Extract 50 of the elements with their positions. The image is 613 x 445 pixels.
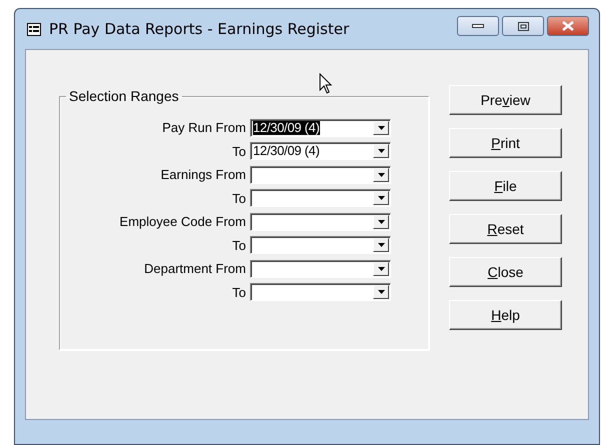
dropdown-button[interactable] bbox=[373, 262, 389, 276]
form-icon bbox=[27, 22, 41, 36]
action-button[interactable]: Help bbox=[449, 300, 562, 330]
combo-box[interactable]: 12/30/09 (4) bbox=[250, 142, 391, 160]
caret-icon bbox=[378, 196, 384, 200]
dropdown-button[interactable] bbox=[373, 238, 389, 252]
minimize-button[interactable] bbox=[457, 16, 499, 36]
combo-box[interactable] bbox=[250, 189, 391, 208]
field-label: To bbox=[232, 284, 246, 300]
combo-box[interactable] bbox=[250, 166, 391, 184]
field-value: 12/30/09 (4) bbox=[253, 144, 320, 158]
action-button[interactable]: Close bbox=[449, 257, 562, 287]
caret-icon bbox=[378, 290, 384, 294]
caret-icon bbox=[378, 243, 384, 248]
field-label: Employee Code From bbox=[120, 214, 246, 230]
dropdown-button[interactable] bbox=[373, 168, 389, 182]
action-button[interactable]: Preview bbox=[449, 85, 562, 115]
field-label: Department From bbox=[144, 261, 246, 276]
combo-box[interactable] bbox=[250, 236, 391, 254]
maximize-icon bbox=[518, 22, 528, 30]
window-title: PR Pay Data Reports - Earnings Register bbox=[49, 20, 350, 38]
combo-box[interactable] bbox=[250, 283, 391, 302]
dropdown-button[interactable] bbox=[373, 120, 389, 135]
dropdown-button[interactable] bbox=[373, 144, 389, 158]
maximize-button[interactable] bbox=[502, 16, 544, 36]
caret-icon bbox=[378, 220, 384, 224]
dropdown-button[interactable] bbox=[373, 285, 389, 300]
close-button[interactable] bbox=[547, 16, 589, 36]
field-label: To bbox=[232, 144, 246, 159]
combo-box[interactable]: 12/30/09 (4) bbox=[250, 118, 391, 137]
close-icon bbox=[562, 21, 574, 31]
dropdown-button[interactable] bbox=[373, 191, 389, 206]
group-title: Selection Ranges bbox=[68, 88, 180, 104]
field-label: To bbox=[232, 238, 246, 253]
caret-icon bbox=[378, 149, 384, 154]
dropdown-button[interactable] bbox=[373, 214, 389, 229]
caret-icon bbox=[378, 266, 384, 271]
action-button[interactable]: File bbox=[449, 171, 562, 201]
minimize-icon bbox=[472, 24, 484, 28]
caret-icon bbox=[378, 126, 384, 130]
caret-icon bbox=[378, 172, 384, 177]
field-label: To bbox=[232, 190, 246, 206]
field-label: Pay Run From bbox=[162, 120, 246, 136]
field-label: Earnings From bbox=[160, 167, 246, 182]
action-button[interactable]: Reset bbox=[449, 214, 562, 244]
cursor-icon bbox=[319, 73, 333, 94]
action-button[interactable]: Print bbox=[449, 128, 562, 158]
combo-box[interactable] bbox=[250, 212, 391, 231]
combo-box[interactable] bbox=[250, 260, 391, 278]
field-value: 12/30/09 (4) bbox=[253, 120, 320, 135]
